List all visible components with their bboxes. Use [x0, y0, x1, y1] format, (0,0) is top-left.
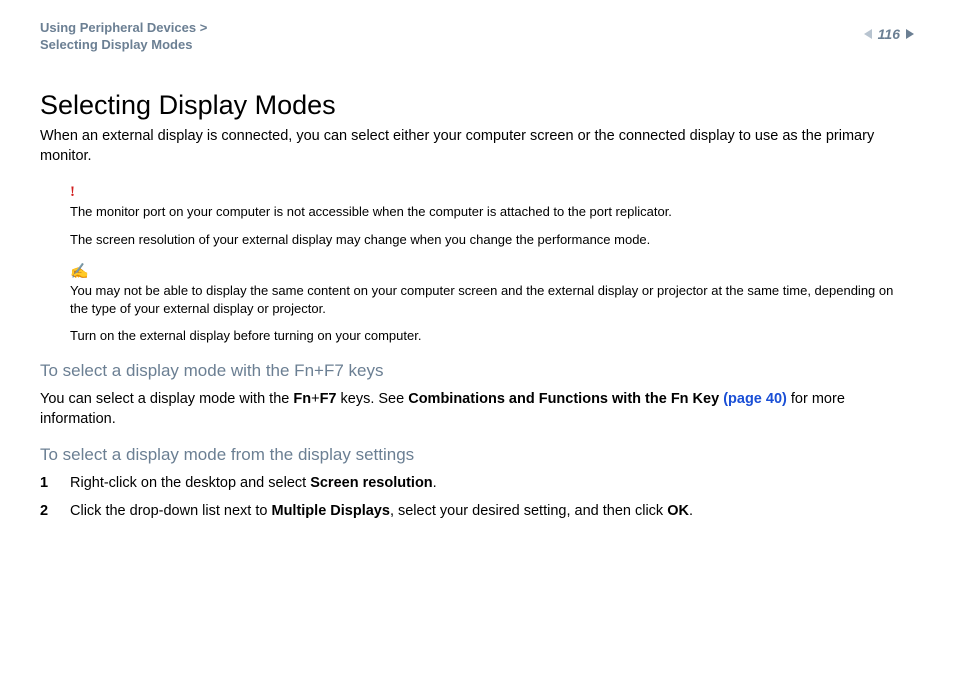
link-text: Combinations and Functions with the Fn K… — [408, 391, 723, 407]
next-page-icon[interactable] — [906, 29, 914, 39]
section1-body: You can select a display mode with the F… — [40, 389, 914, 430]
page-nav: 116 — [864, 26, 914, 42]
document-page: Using Peripheral Devices Selecting Displ… — [0, 0, 954, 674]
text: . — [689, 503, 693, 519]
steps-list: Right-click on the desktop and select Sc… — [40, 473, 914, 523]
tip-text-1: You may not be able to display the same … — [70, 282, 914, 317]
warning-icon: ! — [70, 184, 914, 201]
page-link[interactable]: (page 40) — [723, 391, 787, 407]
section-heading-settings: To select a display mode from the displa… — [40, 445, 914, 465]
intro-paragraph: When an external display is connected, y… — [40, 127, 914, 166]
warning-text-1: The monitor port on your computer is not… — [70, 203, 914, 221]
text-bold: OK — [667, 503, 689, 519]
page-number: 116 — [878, 26, 900, 42]
step-1: Right-click on the desktop and select Sc… — [40, 473, 914, 495]
text: , select your desired setting, and then … — [390, 503, 667, 519]
breadcrumb-parent: Using Peripheral Devices — [40, 20, 207, 35]
text: . — [433, 475, 437, 491]
warning-note: ! The monitor port on your computer is n… — [70, 184, 914, 248]
text: + — [311, 391, 319, 407]
breadcrumb: Using Peripheral Devices Selecting Displ… — [40, 20, 914, 54]
page-header: Using Peripheral Devices Selecting Displ… — [40, 20, 914, 60]
text-bold: Screen resolution — [310, 475, 432, 491]
page-content: Selecting Display Modes When an external… — [40, 90, 914, 529]
tip-text-2: Turn on the external display before turn… — [70, 327, 914, 345]
fn-key: Fn — [293, 391, 311, 407]
page-title: Selecting Display Modes — [40, 90, 914, 121]
text-bold: Multiple Displays — [271, 503, 389, 519]
breadcrumb-current: Selecting Display Modes — [40, 37, 192, 52]
tip-note: ✍ You may not be able to display the sam… — [70, 262, 914, 345]
prev-page-icon[interactable] — [864, 29, 872, 39]
step-2: Click the drop-down list next to Multipl… — [40, 501, 914, 523]
text: Click the drop-down list next to — [70, 503, 271, 519]
warning-text-2: The screen resolution of your external d… — [70, 231, 914, 249]
text: keys. See — [336, 391, 408, 407]
text: You can select a display mode with the — [40, 391, 293, 407]
section-heading-fnf7: To select a display mode with the Fn+F7 … — [40, 361, 914, 381]
f7-key: F7 — [320, 391, 337, 407]
tip-icon: ✍ — [70, 262, 914, 280]
text: Right-click on the desktop and select — [70, 475, 310, 491]
